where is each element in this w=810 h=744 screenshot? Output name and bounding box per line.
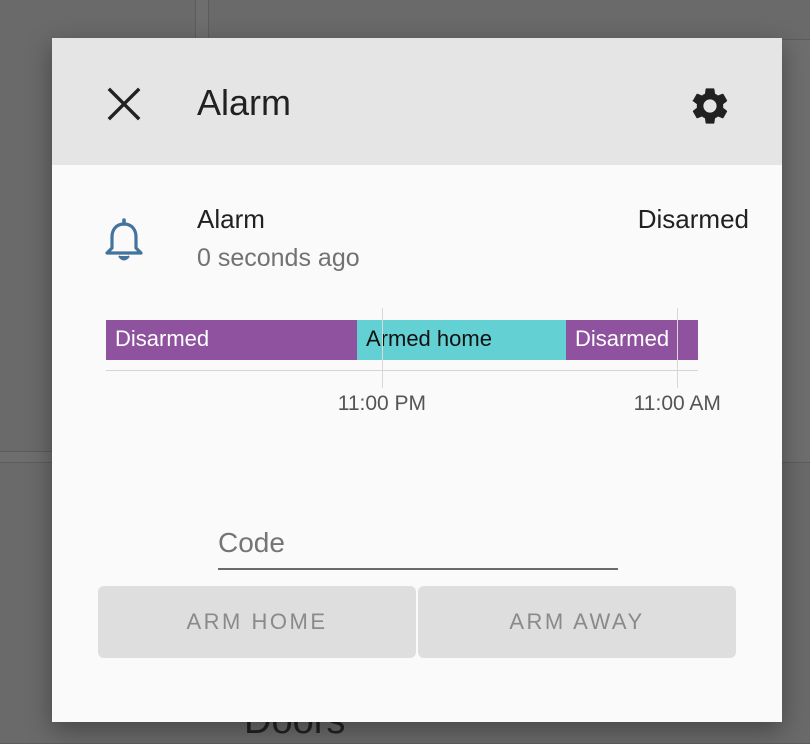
last-changed: 0 seconds ago [197,244,360,272]
settings-button[interactable] [688,84,732,128]
timeline-segment[interactable]: Disarmed [106,320,357,360]
entity-name: Alarm [197,204,265,234]
bell-icon [105,218,143,261]
timeline-axis [106,370,698,371]
gear-icon [692,88,728,124]
timeline-tick-label: 11:00 PM [337,392,427,415]
timeline-tick-label: 11:00 AM [633,392,721,415]
history-timeline: Disarmed Armed home Disarmed 11:00 PM 11:00… [106,308,746,418]
arm-home-button[interactable]: ARM HOME [98,586,416,658]
timeline-tick [381,308,383,388]
timeline-bar: Disarmed Armed home Disarmed [106,320,698,360]
timeline-tick [677,308,679,388]
code-input[interactable] [218,518,618,570]
close-icon [107,87,141,121]
arm-away-button[interactable]: ARM AWAY [418,586,736,658]
background-card-right [208,0,810,40]
entity-state: Disarmed [637,204,749,234]
dialog-title: Alarm [197,82,292,123]
close-button[interactable] [104,84,144,124]
code-field[interactable] [218,518,618,570]
more-info-dialog: Alarm Alarm 0 seconds ago Disarmed Disar… [52,38,782,722]
timeline-segment[interactable]: Armed home [357,320,566,360]
dialog-header: Alarm [52,38,782,165]
